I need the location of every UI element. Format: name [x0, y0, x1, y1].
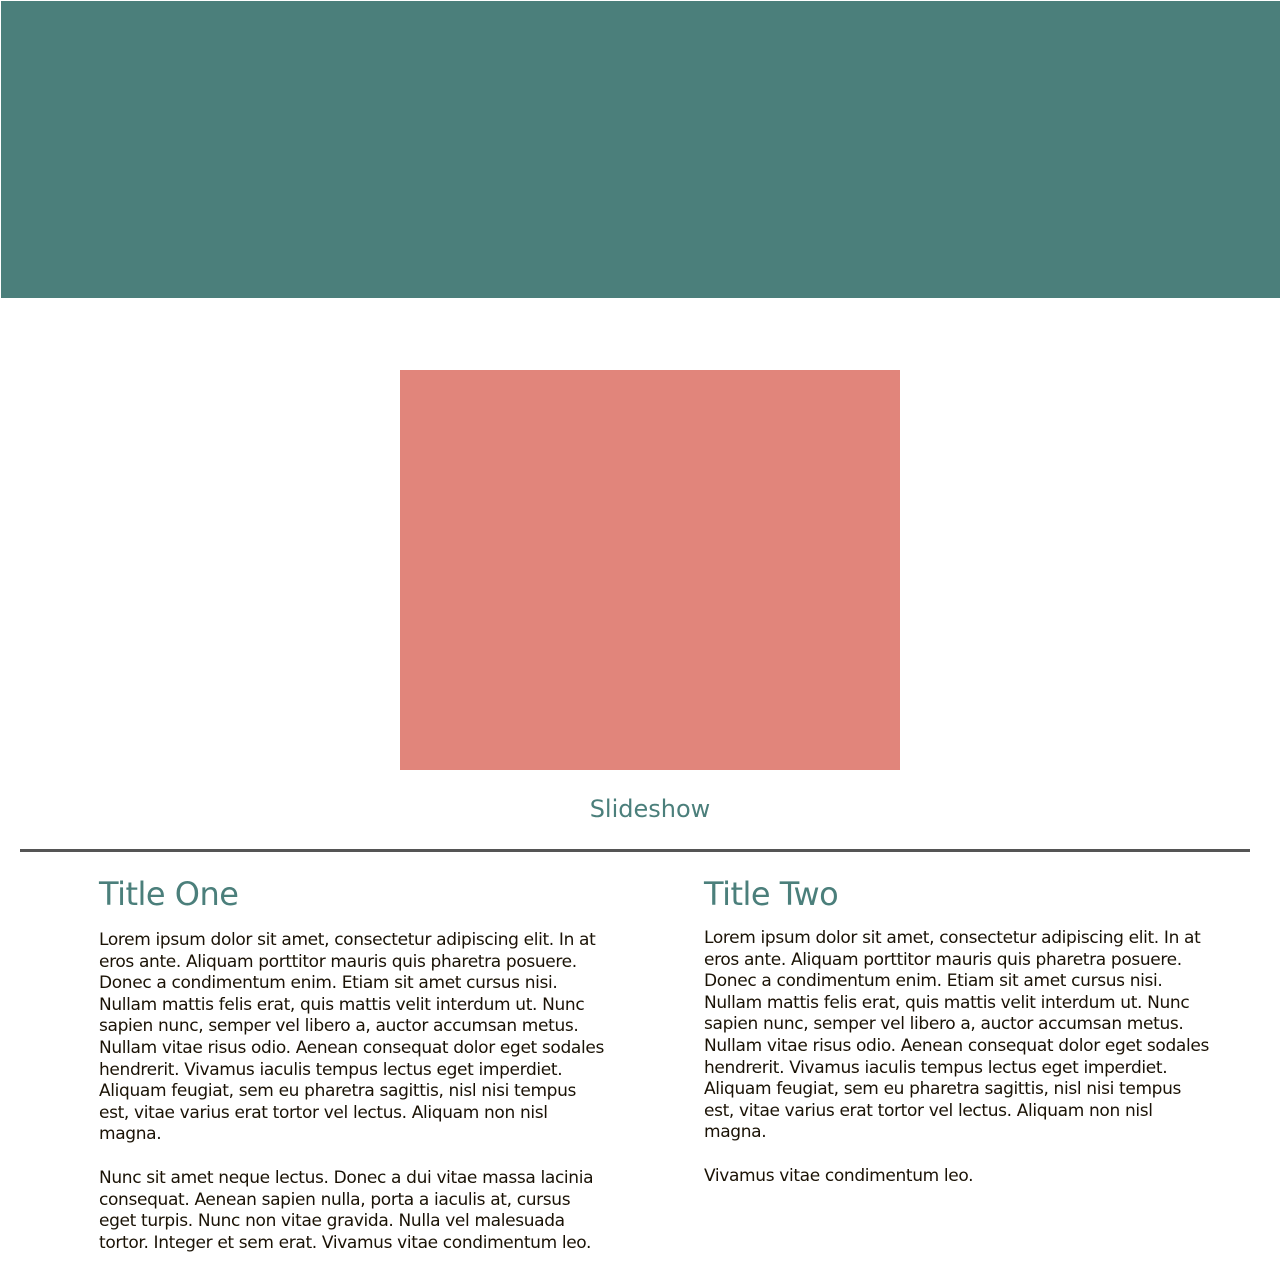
column-one-paragraph-1: Lorem ipsum dolor sit amet, consectetur … [99, 930, 604, 1145]
header-banner [1, 1, 1280, 298]
column-one-title: Title One [99, 875, 239, 913]
column-two-paragraph-2: Vivamus vitae condimentum leo. [704, 1165, 974, 1186]
slideshow-image[interactable] [400, 370, 900, 770]
column-two-title: Title Two [704, 875, 839, 913]
column-two: Title Two Lorem ipsum dolor sit amet, co… [704, 874, 1209, 1210]
column-one: Title One Lorem ipsum dolor sit amet, co… [99, 874, 604, 1276]
column-two-paragraph-1: Lorem ipsum dolor sit amet, consectetur … [704, 928, 1209, 1143]
slideshow-caption: Slideshow [589, 795, 711, 823]
column-one-paragraph-2: Nunc sit amet neque lectus. Donec a dui … [99, 1167, 594, 1253]
divider [20, 849, 1250, 852]
